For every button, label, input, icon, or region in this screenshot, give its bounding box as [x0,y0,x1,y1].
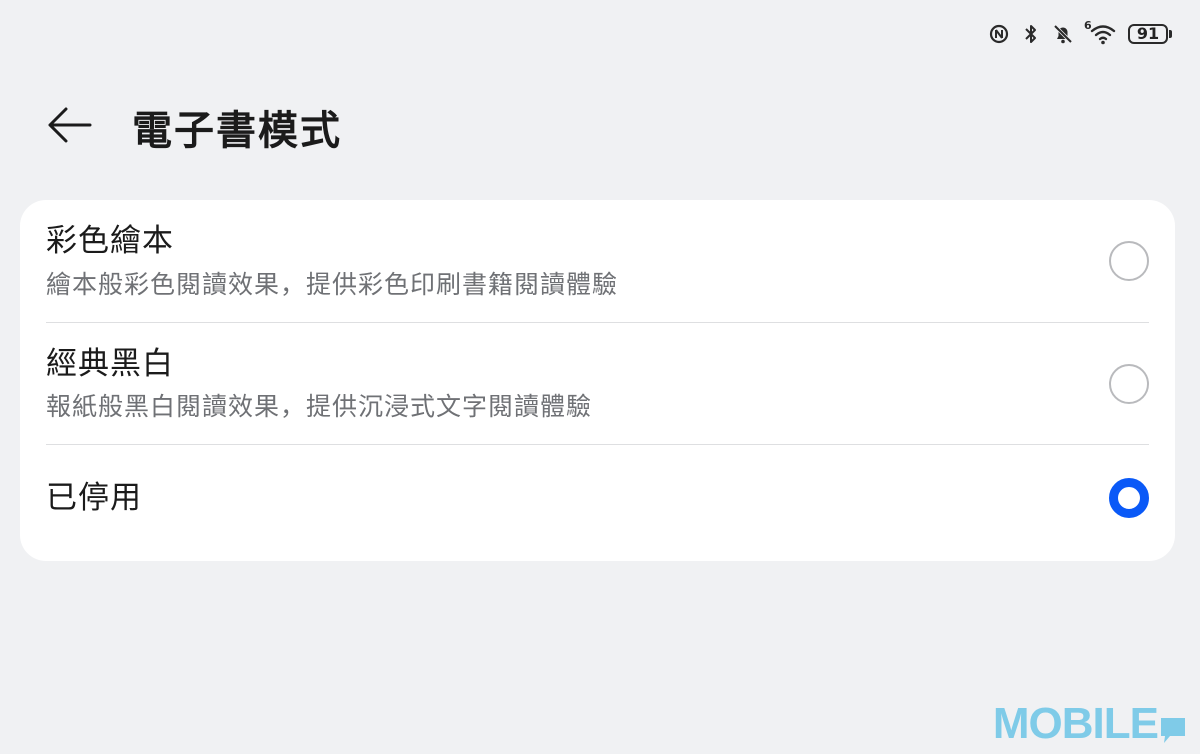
option-description: 繪本般彩色閱讀效果，提供彩色印刷書籍閱讀體驗 [46,269,619,299]
nfc-icon [988,23,1010,45]
wifi-icon: 6 [1084,19,1116,45]
watermark-text: MOBILE [992,699,1159,748]
radio-button-classic-black-white[interactable] [1109,363,1149,404]
option-text: 已停用 [46,479,1089,518]
status-bar: 6 91 [988,18,1172,50]
option-title: 彩色繪本 [46,223,174,259]
option-text: 經典黑白 報紙般黑白閱讀效果，提供沉浸式文字閱讀體驗 [46,345,1089,423]
battery-level: 91 [1128,24,1168,44]
battery-tip [1169,30,1172,38]
battery-indicator: 91 [1128,24,1172,44]
page-title: 電子書模式 [132,108,342,154]
wifi-generation-label: 6 [1084,19,1092,32]
page-header: 電子書模式 [46,96,342,158]
option-classic-black-white[interactable]: 經典黑白 報紙般黑白閱讀效果，提供沉浸式文字閱讀體驗 [46,322,1149,444]
option-color-picture-book[interactable]: 彩色繪本 繪本般彩色閱讀效果，提供彩色印刷書籍閱讀體驗 [46,200,1149,322]
back-button[interactable] [46,102,96,152]
radio-button-color-picture-book[interactable] [1109,241,1149,281]
bell-off-icon [1052,23,1074,45]
mobile-watermark-logo: MOBILE [993,702,1186,746]
speech-bubble-icon [1160,710,1186,743]
arrow-left-icon [46,105,92,149]
option-title: 已停用 [46,479,142,516]
option-description: 報紙般黑白閱讀效果，提供沉浸式文字閱讀體驗 [46,392,593,422]
option-disabled[interactable]: 已停用 [46,444,1149,551]
radio-button-disabled[interactable] [1109,478,1149,518]
ebook-mode-options-card: 彩色繪本 繪本般彩色閱讀效果，提供彩色印刷書籍閱讀體驗 經典黑白 報紙般黑白閱讀… [20,200,1175,561]
option-title: 經典黑白 [46,345,174,382]
bluetooth-icon [1020,23,1042,45]
option-text: 彩色繪本 繪本般彩色閱讀效果，提供彩色印刷書籍閱讀體驗 [46,222,1089,300]
